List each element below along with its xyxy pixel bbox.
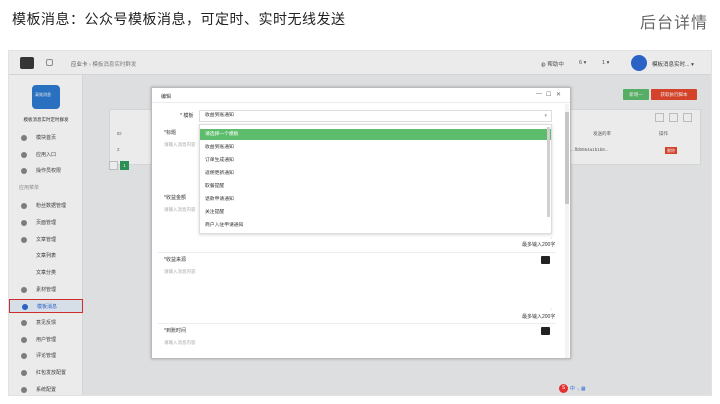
template-select-value: 收益到账通知 (205, 113, 234, 118)
field-amount-label: *收益金额 (164, 195, 186, 201)
divider (158, 323, 556, 324)
minimize-icon[interactable]: — (536, 91, 542, 97)
modal-title: 编辑 (161, 94, 172, 100)
dropdown-scrollbar[interactable] (547, 127, 550, 217)
field-source-input[interactable]: 请输入消息内容 (164, 269, 196, 275)
divider (158, 252, 556, 253)
template-label: * 模板 (180, 113, 194, 119)
char-count: 最多输入200字 (522, 242, 556, 248)
close-icon[interactable]: ✕ (556, 91, 561, 98)
maximize-icon[interactable]: ☐ (546, 91, 551, 98)
dropdown-option[interactable]: 收益到账通知 (200, 142, 551, 153)
char-count: 最多输入200字 (522, 314, 556, 320)
resize-handle-icon[interactable]: ⌟ (550, 234, 552, 239)
resize-handle-icon[interactable]: ⌟ (550, 305, 552, 310)
ime-status: 中 ·, ▦ (570, 386, 586, 392)
dropdown-option[interactable]: 订单生成通知 (200, 155, 551, 166)
modal-header: 编辑 — ☐ ✕ (152, 88, 570, 103)
chevron-down-icon: ▾ (544, 113, 547, 119)
ime-toolbar[interactable]: S 中 ·, ▦ (559, 384, 597, 393)
screenshot-frame: 应业卡 › 模板消息实时群发 ◍ 帮助中 6 ▾ 1 ▾ 模板消息实时... ▾… (8, 50, 712, 396)
field-title-input[interactable]: 请输入消息内容 (164, 142, 196, 148)
dropdown-option[interactable]: 关注提醒 (200, 207, 551, 218)
dropdown-option[interactable]: 取餐提醒 (200, 181, 551, 192)
slide-title: 模板消息：公众号模板消息，可定时、实时无线发送 (12, 11, 346, 27)
field-time-label: *到账时间 (164, 328, 186, 334)
dropdown-option[interactable]: 退款申请通知 (200, 194, 551, 205)
ime-logo-icon: S (559, 384, 568, 393)
field-amount-input[interactable]: 请输入消息内容 (164, 207, 196, 213)
color-picker-button[interactable] (541, 256, 550, 264)
template-select[interactable]: 收益到账通知 ▾ (199, 110, 552, 122)
modal-scrollbar-thumb[interactable] (565, 112, 569, 204)
edit-modal: 编辑 — ☐ ✕ * 模板 收益到账通知 ▾ *标题 请输入消息内容 *收益金额… (151, 87, 571, 359)
template-dropdown: 请选择一个模板 收益到账通知 订单生成通知 返佣更新通知 取餐提醒退款申请通知 关注提醒商… (199, 124, 552, 234)
field-time-input[interactable]: 请输入消息内容 (164, 340, 196, 346)
modal-body: * 模板 收益到账通知 ▾ *标题 请输入消息内容 *收益金额 请输入消息内容 … (152, 103, 564, 358)
field-source-label: *收益来源 (164, 257, 186, 263)
color-picker-button[interactable] (541, 327, 550, 335)
dropdown-option[interactable]: 商户入驻申请通知 (200, 220, 551, 231)
dropdown-option[interactable]: 返佣更新通知 (200, 168, 551, 179)
dropdown-option[interactable]: 请选择一个模板 (200, 129, 551, 140)
slide-right-label: 后台详情 (639, 15, 708, 32)
field-title-label: *标题 (164, 130, 176, 136)
